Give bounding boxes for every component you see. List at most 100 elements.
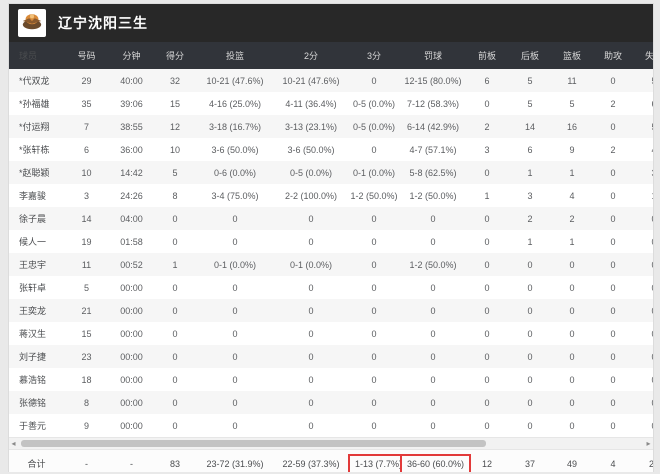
cell-oreb: 6 xyxy=(466,69,508,92)
cell-points: 5 xyxy=(154,161,196,184)
cell-reb: 0 xyxy=(552,299,592,322)
cell-two: 0 xyxy=(274,207,348,230)
table-row: *赵聪颖1014:4250-6 (0.0%)0-5 (0.0%)0-1 (0.0… xyxy=(9,161,654,184)
cell-points: 12 xyxy=(154,115,196,138)
cell-reb: 0 xyxy=(552,368,592,391)
cell-reb: 11 xyxy=(552,69,592,92)
team-header-bar: 辽宁沈阳三生 xyxy=(9,4,653,42)
cell-dreb: 2 xyxy=(508,207,552,230)
cell-two: 2-2 (100.0%) xyxy=(274,184,348,207)
page-title: 辽宁沈阳三生 xyxy=(58,13,148,33)
totals-cell-ft: 36-60 (60.0%) xyxy=(400,454,466,473)
cell-three: 0 xyxy=(348,230,400,253)
cell-player: 王奕龙 xyxy=(9,299,64,322)
cell-player: 张德铭 xyxy=(9,391,64,414)
horizontal-scrollbar[interactable]: ◂ ▸ xyxy=(9,437,653,450)
cell-minutes: 00:00 xyxy=(109,368,154,391)
cell-number: 23 xyxy=(64,345,109,368)
cell-tov: 1 xyxy=(634,184,654,207)
column-header-minutes: 分钟 xyxy=(109,42,154,69)
cell-ft: 6-14 (42.9%) xyxy=(400,115,466,138)
cell-points: 0 xyxy=(154,414,196,437)
cell-minutes: 40:00 xyxy=(109,69,154,92)
cell-three: 0 xyxy=(348,368,400,391)
cell-points: 1 xyxy=(154,253,196,276)
cell-fg: 0 xyxy=(196,230,274,253)
cell-two: 0 xyxy=(274,276,348,299)
cell-tov: 0 xyxy=(634,414,654,437)
team-boxscore-panel: 辽宁沈阳三生 球员号码分钟得分投篮2分3分罚球前板后板篮板助攻失误 *代双龙29… xyxy=(8,3,654,472)
cell-number: 29 xyxy=(64,69,109,92)
cell-number: 11 xyxy=(64,253,109,276)
cell-ast: 0 xyxy=(592,115,634,138)
cell-tov: 0 xyxy=(634,207,654,230)
cell-ft: 5-8 (62.5%) xyxy=(400,161,466,184)
cell-three: 0 xyxy=(348,391,400,414)
cell-player: 徐子晨 xyxy=(9,207,64,230)
cell-oreb: 0 xyxy=(466,322,508,345)
scroll-left-icon[interactable]: ◂ xyxy=(9,438,18,449)
table-row: 慕浩铭1800:000000000000 xyxy=(9,368,654,391)
cell-ast: 0 xyxy=(592,207,634,230)
cell-fg: 4-16 (25.0%) xyxy=(196,92,274,115)
cell-oreb: 1 xyxy=(466,184,508,207)
cell-oreb: 0 xyxy=(466,253,508,276)
cell-dreb: 0 xyxy=(508,276,552,299)
cell-points: 32 xyxy=(154,69,196,92)
totals-row: 合计--8323-72 (31.9%)22-59 (37.3%)1-13 (7.… xyxy=(9,450,653,472)
cell-dreb: 0 xyxy=(508,299,552,322)
cell-two: 0 xyxy=(274,414,348,437)
cell-reb: 0 xyxy=(552,276,592,299)
cell-fg: 0 xyxy=(196,414,274,437)
cell-ft: 0 xyxy=(400,345,466,368)
cell-dreb: 0 xyxy=(508,253,552,276)
cell-ast: 0 xyxy=(592,322,634,345)
table-body: *代双龙2940:003210-21 (47.6%)10-21 (47.6%)0… xyxy=(9,69,654,437)
cell-dreb: 0 xyxy=(508,391,552,414)
cell-dreb: 0 xyxy=(508,368,552,391)
cell-ast: 0 xyxy=(592,161,634,184)
cell-minutes: 04:00 xyxy=(109,207,154,230)
cell-reb: 1 xyxy=(552,230,592,253)
cell-oreb: 2 xyxy=(466,115,508,138)
table-row: 李嘉骏324:2683-4 (75.0%)2-2 (100.0%)1-2 (50… xyxy=(9,184,654,207)
cell-tov: 4 xyxy=(634,138,654,161)
cell-two: 10-21 (47.6%) xyxy=(274,69,348,92)
cell-player: 蒋汉生 xyxy=(9,322,64,345)
cell-player: 于善元 xyxy=(9,414,64,437)
cell-player: 李嘉骏 xyxy=(9,184,64,207)
table-row: *付运翔738:55123-18 (16.7%)3-13 (23.1%)0-5 … xyxy=(9,115,654,138)
header-row: 球员号码分钟得分投篮2分3分罚球前板后板篮板助攻失误 xyxy=(9,42,654,69)
cell-ft: 0 xyxy=(400,414,466,437)
cell-tov: 0 xyxy=(634,276,654,299)
cell-tov: 0 xyxy=(634,299,654,322)
column-header-fg: 投篮 xyxy=(196,42,274,69)
cell-ft: 0 xyxy=(400,299,466,322)
cell-player: 王忠宇 xyxy=(9,253,64,276)
scroll-right-icon[interactable]: ▸ xyxy=(644,438,653,449)
column-header-tov: 失误 xyxy=(634,42,654,69)
column-header-ft: 罚球 xyxy=(400,42,466,69)
cell-number: 19 xyxy=(64,230,109,253)
cell-three: 0 xyxy=(348,345,400,368)
cell-ast: 0 xyxy=(592,276,634,299)
team-logo xyxy=(18,9,46,37)
table-row: 蒋汉生1500:000000000000 xyxy=(9,322,654,345)
cell-oreb: 0 xyxy=(466,276,508,299)
cell-ft: 7-12 (58.3%) xyxy=(400,92,466,115)
cell-ast: 0 xyxy=(592,345,634,368)
table-row: 张德铭800:000000000000 xyxy=(9,391,654,414)
cell-player: *张轩栋 xyxy=(9,138,64,161)
totals-cell-fg: 23-72 (31.9%) xyxy=(196,459,274,469)
cell-number: 21 xyxy=(64,299,109,322)
cell-two: 4-11 (36.4%) xyxy=(274,92,348,115)
cell-fg: 0-1 (0.0%) xyxy=(196,253,274,276)
cell-three: 0 xyxy=(348,414,400,437)
cell-fg: 3-18 (16.7%) xyxy=(196,115,274,138)
cell-number: 10 xyxy=(64,161,109,184)
cell-two: 3-13 (23.1%) xyxy=(274,115,348,138)
scrollbar-thumb[interactable] xyxy=(21,440,486,447)
cell-ast: 0 xyxy=(592,414,634,437)
column-header-number: 号码 xyxy=(64,42,109,69)
cell-tov: 0 xyxy=(634,345,654,368)
